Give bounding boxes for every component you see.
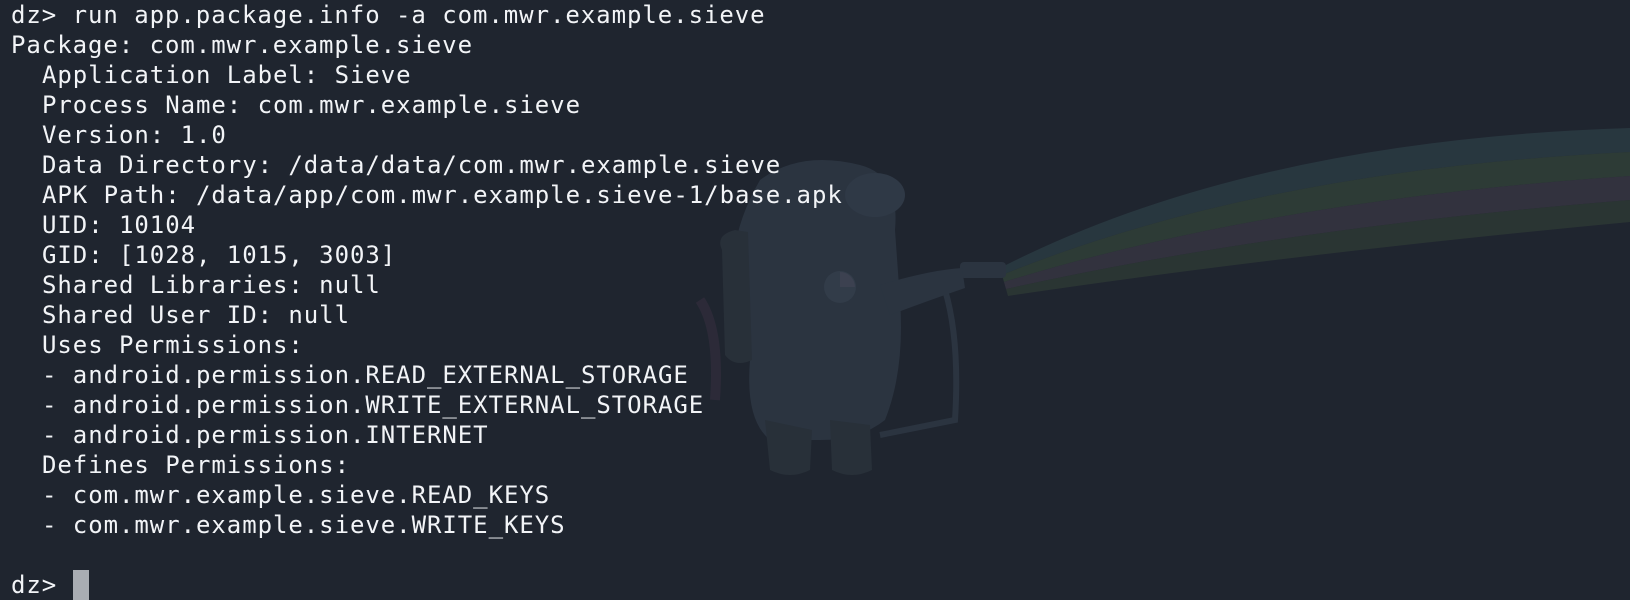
defines-permissions-header: Defines Permissions:: [42, 451, 350, 479]
detail-application-label: Application Label: Sieve: [42, 61, 412, 89]
command-prompt: dz>: [11, 1, 58, 29]
defines-permission-item: - com.mwr.example.sieve.WRITE_KEYS: [42, 511, 566, 539]
uses-permissions-header: Uses Permissions:: [42, 331, 304, 359]
detail-version: Version: 1.0: [42, 121, 227, 149]
detail-data-directory: Data Directory: /data/data/com.mwr.examp…: [42, 151, 782, 179]
uses-permission-item: - android.permission.READ_EXTERNAL_STORA…: [42, 361, 689, 389]
detail-shared-user-id: Shared User ID: null: [42, 301, 350, 329]
terminal-window[interactable]: dz> run app.package.info -a com.mwr.exam…: [11, 0, 1611, 600]
input-line[interactable]: dz>: [11, 570, 1611, 600]
detail-uid: UID: 10104: [42, 211, 196, 239]
detail-process-name: Process Name: com.mwr.example.sieve: [42, 91, 581, 119]
detail-apk-path: APK Path: /data/app/com.mwr.example.siev…: [42, 181, 843, 209]
defines-permission-item: - com.mwr.example.sieve.READ_KEYS: [42, 481, 551, 509]
detail-gid: GID: [1028, 1015, 3003]: [42, 241, 397, 269]
command-text: run app.package.info -a com.mwr.example.…: [72, 1, 766, 29]
uses-permission-item: - android.permission.WRITE_EXTERNAL_STOR…: [42, 391, 705, 419]
command-line: dz> run app.package.info -a com.mwr.exam…: [11, 0, 1611, 30]
input-prompt: dz>: [11, 571, 58, 599]
package-line: Package: com.mwr.example.sieve: [11, 31, 473, 59]
uses-permission-item: - android.permission.INTERNET: [42, 421, 489, 449]
text-cursor[interactable]: [73, 570, 90, 600]
detail-shared-libraries: Shared Libraries: null: [42, 271, 381, 299]
